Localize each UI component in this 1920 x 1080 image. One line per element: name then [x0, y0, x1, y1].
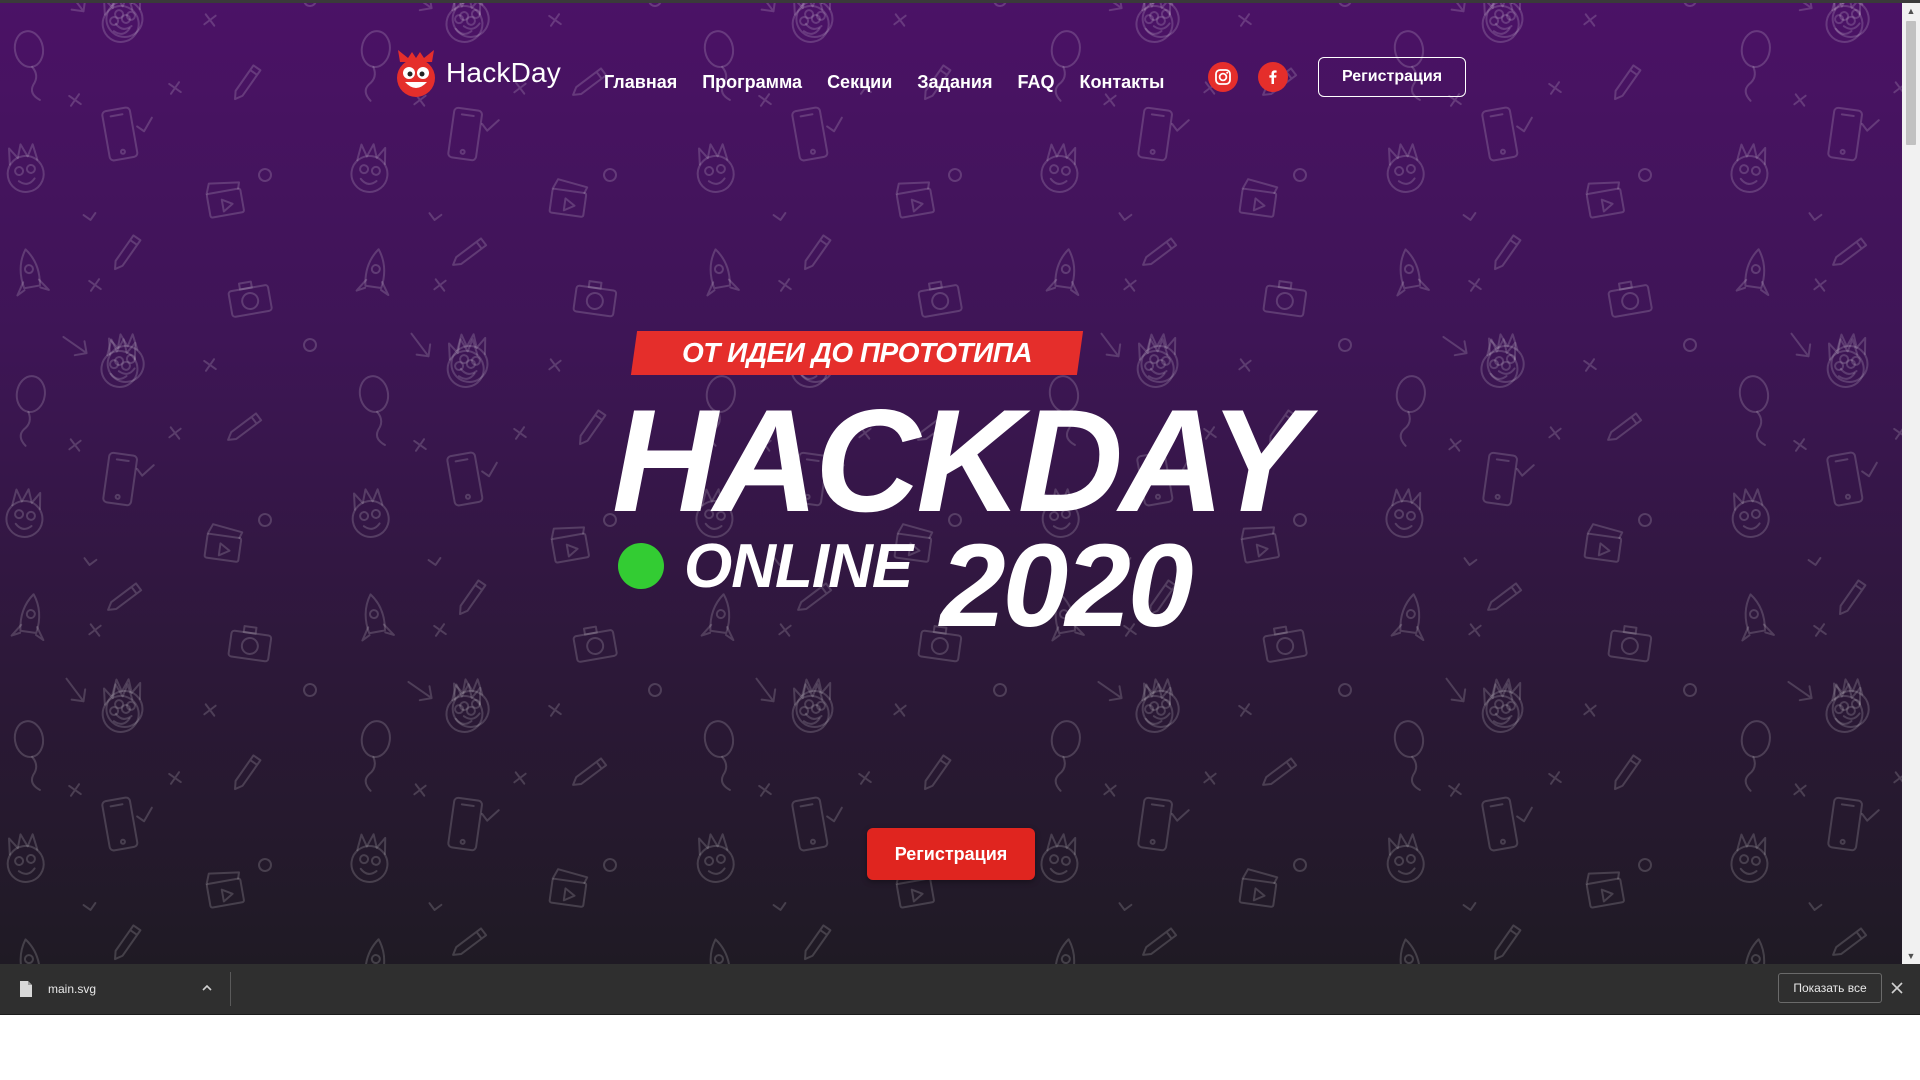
window-top-border [0, 0, 1920, 3]
instagram-link[interactable] [1208, 62, 1238, 92]
file-icon [20, 981, 32, 997]
download-item[interactable]: main.svg [0, 964, 230, 1014]
hero-title: HACKDAY [612, 379, 1307, 542]
scroll-down-arrow-icon[interactable]: ▼ [1902, 948, 1920, 964]
online-label: ONLINE [684, 532, 913, 601]
instagram-icon [1215, 69, 1231, 85]
download-file-name: main.svg [48, 982, 97, 996]
header-register-button[interactable]: Регистрация [1318, 57, 1466, 97]
tagline-text: ОТ ИДЕИ ДО ПРОТОТИПА [681, 337, 1033, 368]
logo-text: HackDay [446, 57, 561, 88]
event-year: 2020 [940, 520, 1194, 652]
download-shelf: main.svg Показать все [0, 964, 1920, 1015]
hero-register-button[interactable]: Регистрация [867, 828, 1035, 880]
scroll-up-arrow-icon[interactable]: ▲ [1902, 3, 1920, 19]
facebook-link[interactable] [1258, 62, 1288, 92]
tagline-banner: ОТ ИДЕИ ДО ПРОТОТИПА [630, 331, 1084, 375]
chevron-up-icon[interactable] [200, 981, 214, 995]
close-icon[interactable] [1890, 981, 1904, 995]
vertical-scrollbar[interactable]: ▲ ▼ [1902, 3, 1920, 964]
devil-mascot-icon [397, 50, 435, 97]
nav-item-tasks[interactable]: Задания [917, 72, 992, 93]
nav-item-program[interactable]: Программа [702, 72, 802, 93]
nav-item-faq[interactable]: FAQ [1017, 72, 1054, 93]
scrollbar-thumb[interactable] [1906, 21, 1916, 145]
main-nav: Главная Программа Секции Задания FAQ Кон… [604, 72, 1164, 93]
nav-item-sections[interactable]: Секции [827, 72, 892, 93]
show-all-downloads-button[interactable]: Показать все [1778, 973, 1882, 1003]
page-viewport: HackDay Главная Программа Секции Задания… [0, 0, 1902, 964]
shelf-separator [230, 972, 231, 1006]
hackday-logo[interactable]: HackDay [394, 48, 561, 98]
nav-item-contacts[interactable]: Контакты [1079, 72, 1164, 93]
facebook-icon [1269, 70, 1277, 84]
nav-item-home[interactable]: Главная [604, 72, 677, 93]
online-status-dot [618, 543, 664, 589]
